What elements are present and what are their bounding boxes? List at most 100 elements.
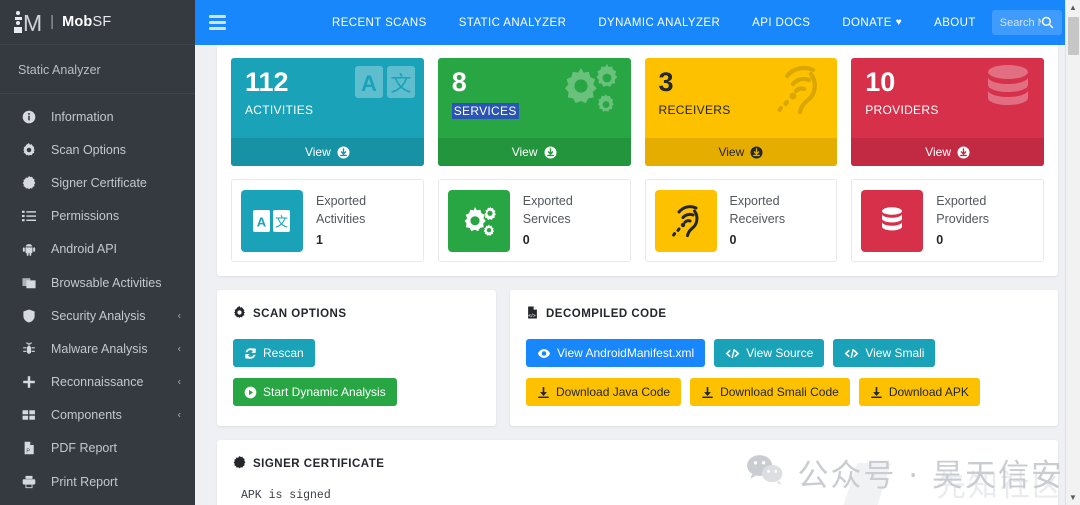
sidebar-item-label: Reconnaissance xyxy=(51,375,144,390)
stat-card-activities[interactable]: 112 ACTIVITIES A文 View xyxy=(231,58,424,166)
sidebar-item-information[interactable]: Information xyxy=(0,100,195,133)
sidebar-item-browsable-activities[interactable]: Browsable Activities xyxy=(0,266,195,299)
gear-icon xyxy=(22,142,42,157)
stat-card-receivers[interactable]: 3 RECEIVERS View xyxy=(644,58,838,166)
nav-api-docs[interactable]: API DOCS xyxy=(736,17,826,29)
code-icon xyxy=(725,348,740,358)
gears-icon xyxy=(447,189,510,252)
sidebar-item-pdf-report[interactable]: P PDF Report xyxy=(0,432,195,465)
chevron-left-icon: ‹ xyxy=(177,343,181,355)
hamburger-icon[interactable] xyxy=(209,15,226,30)
sidebar-item-label: PDF Report xyxy=(51,441,117,456)
sidebar-item-label: Browsable Activities xyxy=(51,275,162,290)
exported-card-providers[interactable]: Exported Providers 0 xyxy=(851,179,1044,262)
nav-dynamic-analyzer[interactable]: DYNAMIC ANALYZER xyxy=(582,17,736,29)
view-manifest-label: View AndroidManifest.xml xyxy=(557,346,695,360)
nav-donate[interactable]: DONATE ♥ xyxy=(826,17,918,29)
scroll-up-arrow-icon[interactable]: ▲ xyxy=(1066,0,1080,15)
exported-title: Exported xyxy=(729,194,780,209)
chevron-left-icon: ‹ xyxy=(177,409,181,421)
exported-count: 0 xyxy=(522,232,530,247)
page-scrollbar[interactable]: ▲ ▼ xyxy=(1065,0,1080,505)
sidebar-item-label: Print Report xyxy=(51,474,118,489)
view-source-button[interactable]: View Source xyxy=(714,339,825,367)
play-circle-icon xyxy=(244,386,257,398)
download-java-code-button[interactable]: Download Java Code xyxy=(526,378,682,406)
download-circle-icon xyxy=(544,145,557,159)
download-java-label: Download Java Code xyxy=(556,385,671,399)
nav-about[interactable]: ABOUT xyxy=(918,17,992,29)
search-input[interactable] xyxy=(999,16,1041,29)
download-apk-button[interactable]: Download APK xyxy=(858,378,980,406)
scrollbar-thumb[interactable] xyxy=(1068,17,1079,55)
mobsf-logo-icon: M xyxy=(14,11,42,34)
sidebar-item-signer-certificate[interactable]: Signer Certificate xyxy=(0,166,195,199)
exported-card-receivers[interactable]: Exported Receivers 0 xyxy=(644,179,838,262)
rescan-label: Rescan xyxy=(263,346,304,360)
search-box[interactable] xyxy=(991,10,1062,35)
brand-logo[interactable]: M | MobSF xyxy=(0,0,195,45)
plus-icon xyxy=(22,375,42,389)
components-summary-panel: 112 ACTIVITIES A文 View 8 SERVICES View 3… xyxy=(217,45,1058,276)
top-navbar: RECENT SCANS STATIC ANALYZER DYNAMIC ANA… xyxy=(195,0,1080,45)
stat-count: 8 xyxy=(451,67,467,97)
exported-title: Exported xyxy=(936,194,987,209)
scrollbar-track[interactable] xyxy=(1066,15,1080,490)
sidebar-item-security-analysis[interactable]: Security Analysis ‹ xyxy=(0,299,195,332)
download-circle-icon xyxy=(750,145,763,159)
scroll-down-arrow-icon[interactable]: ▼ xyxy=(1066,490,1080,505)
code-file-icon: </> xyxy=(526,306,539,322)
stat-view-button[interactable]: View xyxy=(437,138,631,166)
nav-recent-scans[interactable]: RECENT SCANS xyxy=(316,17,443,29)
stat-view-button[interactable]: View xyxy=(231,138,424,166)
view-smali-label: View Smali xyxy=(865,346,925,360)
ear-icon xyxy=(654,189,717,252)
shield-icon xyxy=(22,309,42,323)
stat-view-button[interactable]: View xyxy=(851,138,1044,166)
stat-view-label: View xyxy=(718,145,745,159)
sidebar-item-print-report[interactable]: Print Report xyxy=(0,465,195,498)
sidebar-item-label: Permissions xyxy=(51,209,120,224)
view-smali-button[interactable]: View Smali xyxy=(833,339,936,367)
sidebar-item-reconnaissance[interactable]: Reconnaissance ‹ xyxy=(0,366,195,399)
view-androidmanifest-button[interactable]: View AndroidManifest.xml xyxy=(526,339,706,367)
signer-certificate-title: SIGNER CERTIFICATE xyxy=(233,456,1042,472)
grid-icon xyxy=(22,408,42,422)
heart-icon: ♥ xyxy=(895,17,903,28)
refresh-icon xyxy=(245,347,256,359)
sidebar-item-components[interactable]: Components ‹ xyxy=(0,399,195,432)
view-source-label: View Source xyxy=(746,346,814,360)
stat-label: RECEIVERS xyxy=(658,103,731,118)
sidebar-section-title: Static Analyzer xyxy=(0,45,195,94)
stat-label: SERVICES xyxy=(451,103,519,120)
stat-card-services[interactable]: 8 SERVICES View xyxy=(437,58,631,166)
decompiled-code-panel: </> DECOMPILED CODE View AndroidManifest… xyxy=(510,290,1058,426)
stat-card-providers[interactable]: 10 PROVIDERS View xyxy=(851,58,1044,166)
brand-name-light: SF xyxy=(92,14,112,30)
decompiled-code-title: </> DECOMPILED CODE xyxy=(526,306,1042,322)
download-icon xyxy=(871,386,882,398)
exported-card-services[interactable]: Exported Services 0 xyxy=(437,179,631,262)
stat-view-button[interactable]: View xyxy=(644,138,838,166)
nav-static-analyzer[interactable]: STATIC ANALYZER xyxy=(443,17,583,29)
sidebar-item-android-api[interactable]: Android API xyxy=(0,233,195,266)
download-smali-code-button[interactable]: Download Smali Code xyxy=(690,378,850,406)
rescan-row: Rescan xyxy=(233,339,480,367)
android-icon xyxy=(22,242,42,257)
app-root: M | MobSF Static Analyzer Information Sc… xyxy=(0,0,1080,505)
chevron-left-icon: ‹ xyxy=(177,310,181,322)
stat-cards-row: 112 ACTIVITIES A文 View 8 SERVICES View 3… xyxy=(231,58,1044,166)
exported-card-activities[interactable]: A文 Exported Activities 1 xyxy=(231,179,424,262)
rescan-button[interactable]: Rescan xyxy=(233,339,315,367)
sidebar-item-scan-options[interactable]: Scan Options xyxy=(0,133,195,166)
stat-body: 8 SERVICES xyxy=(438,58,631,138)
start-dynamic-analysis-button[interactable]: Start Dynamic Analysis xyxy=(233,378,397,406)
scan-options-title: SCAN OPTIONS xyxy=(233,306,480,322)
sidebar-item-label: Scan Options xyxy=(51,142,127,157)
stat-count: 112 xyxy=(245,67,289,97)
sidebar-item-malware-analysis[interactable]: Malware Analysis ‹ xyxy=(0,332,195,365)
sidebar-item-permissions[interactable]: Permissions xyxy=(0,200,195,233)
top-nav-links: RECENT SCANS STATIC ANALYZER DYNAMIC ANA… xyxy=(316,17,992,29)
brand-name-bold: Mob xyxy=(62,14,93,30)
search-icon[interactable] xyxy=(1041,16,1054,29)
